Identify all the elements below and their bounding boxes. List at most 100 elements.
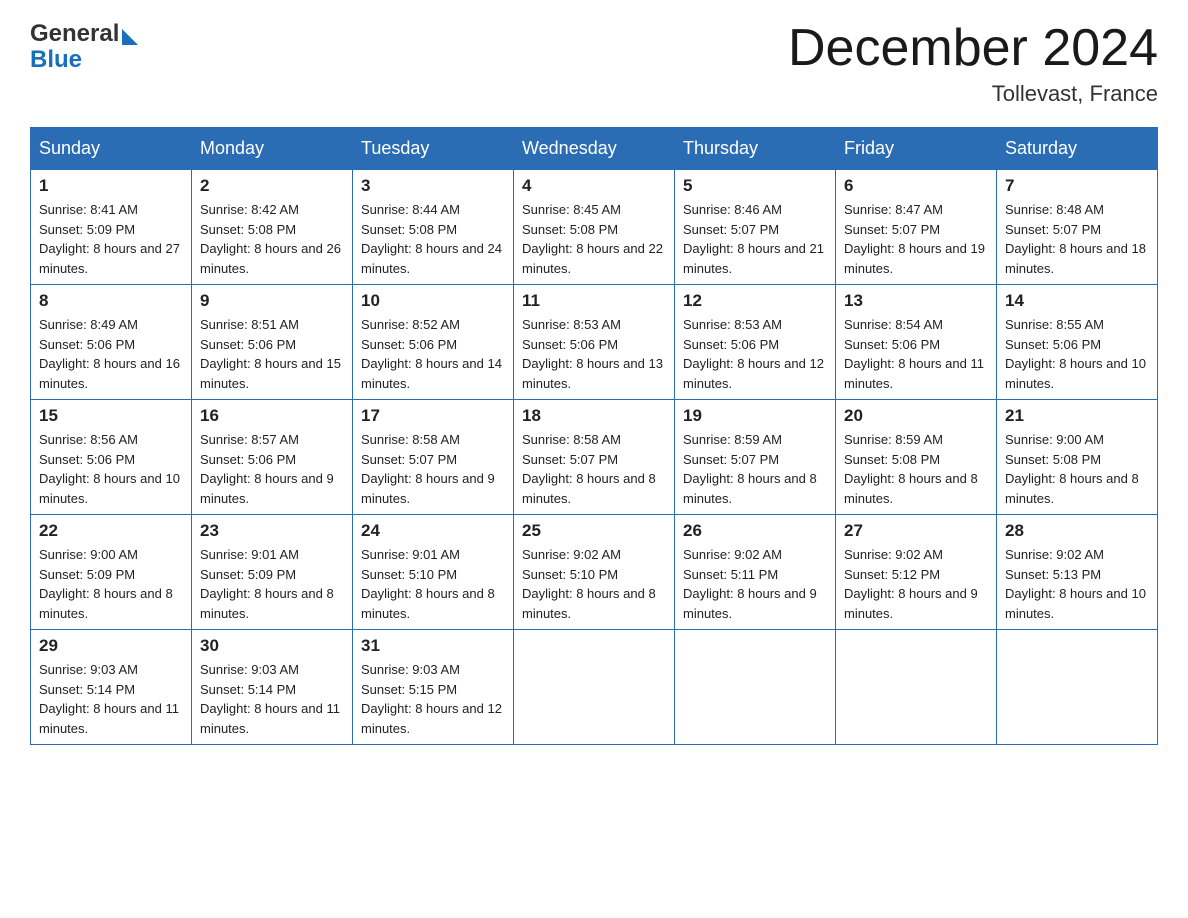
calendar-cell: 18 Sunrise: 8:58 AMSunset: 5:07 PMDayligh…: [514, 400, 675, 515]
calendar-cell: 9Sunrise: 8:51 AMSunset: 5:06 PMDaylight…: [192, 285, 353, 400]
calendar-cell: 29 Sunrise: 9:03 AMSunset: 5:14 PMDayligh…: [31, 630, 192, 745]
column-header-tuesday: Tuesday: [353, 128, 514, 170]
day-info: Sunrise: 8:58 AMSunset: 5:07 PMDaylight:…: [522, 430, 666, 508]
logo-blue-text: Blue: [30, 46, 82, 74]
day-info: Sunrise: 8:45 AMSunset: 5:08 PMDaylight:…: [522, 200, 666, 278]
calendar-subtitle: Tollevast, France: [788, 81, 1158, 107]
day-info: Sunrise: 9:00 AMSunset: 5:08 PMDaylight:…: [1005, 430, 1149, 508]
day-info: Sunrise: 9:03 AMSunset: 5:14 PMDaylight:…: [39, 660, 183, 738]
day-number: 1: [39, 176, 183, 196]
day-number: 26: [683, 521, 827, 541]
calendar-cell: 5 Sunrise: 8:46 AMSunset: 5:07 PMDaylight…: [675, 170, 836, 285]
day-info: Sunrise: 9:01 AMSunset: 5:10 PMDaylight:…: [361, 545, 505, 623]
day-info: Sunrise: 8:58 AMSunset: 5:07 PMDaylight:…: [361, 430, 505, 508]
calendar-cell: 23 Sunrise: 9:01 AMSunset: 5:09 PMDayligh…: [192, 515, 353, 630]
calendar-cell: 14Sunrise: 8:55 AMSunset: 5:06 PMDayligh…: [997, 285, 1158, 400]
day-number: 7: [1005, 176, 1149, 196]
calendar-cell: 21 Sunrise: 9:00 AMSunset: 5:08 PMDayligh…: [997, 400, 1158, 515]
day-number: 28: [1005, 521, 1149, 541]
day-info: Sunrise: 8:54 AMSunset: 5:06 PMDaylight:…: [844, 315, 988, 393]
day-info: Sunrise: 8:53 AMSunset: 5:06 PMDaylight:…: [683, 315, 827, 393]
title-section: December 2024 Tollevast, France: [788, 20, 1158, 107]
day-info: Sunrise: 8:57 AMSunset: 5:06 PMDaylight:…: [200, 430, 344, 508]
day-number: 11: [522, 291, 666, 311]
day-number: 31: [361, 636, 505, 656]
day-number: 22: [39, 521, 183, 541]
calendar-cell: 16 Sunrise: 8:57 AMSunset: 5:06 PMDayligh…: [192, 400, 353, 515]
day-info: Sunrise: 8:48 AMSunset: 5:07 PMDaylight:…: [1005, 200, 1149, 278]
day-number: 25: [522, 521, 666, 541]
day-info: Sunrise: 9:01 AMSunset: 5:09 PMDaylight:…: [200, 545, 344, 623]
day-info: Sunrise: 9:02 AMSunset: 5:10 PMDaylight:…: [522, 545, 666, 623]
day-number: 18: [522, 406, 666, 426]
calendar-cell: 7 Sunrise: 8:48 AMSunset: 5:07 PMDaylight…: [997, 170, 1158, 285]
day-number: 15: [39, 406, 183, 426]
calendar-cell: 15 Sunrise: 8:56 AMSunset: 5:06 PMDayligh…: [31, 400, 192, 515]
day-info: Sunrise: 8:44 AMSunset: 5:08 PMDaylight:…: [361, 200, 505, 278]
day-number: 20: [844, 406, 988, 426]
column-header-sunday: Sunday: [31, 128, 192, 170]
calendar-cell: 12 Sunrise: 8:53 AMSunset: 5:06 PMDayligh…: [675, 285, 836, 400]
calendar-cell: 31 Sunrise: 9:03 AMSunset: 5:15 PMDayligh…: [353, 630, 514, 745]
calendar-cell: 24 Sunrise: 9:01 AMSunset: 5:10 PMDayligh…: [353, 515, 514, 630]
day-info: Sunrise: 8:53 AMSunset: 5:06 PMDaylight:…: [522, 315, 666, 393]
calendar-cell: [675, 630, 836, 745]
day-info: Sunrise: 9:03 AMSunset: 5:14 PMDaylight:…: [200, 660, 344, 738]
day-info: Sunrise: 8:59 AMSunset: 5:08 PMDaylight:…: [844, 430, 988, 508]
calendar-cell: 30 Sunrise: 9:03 AMSunset: 5:14 PMDayligh…: [192, 630, 353, 745]
day-number: 4: [522, 176, 666, 196]
day-info: Sunrise: 9:03 AMSunset: 5:15 PMDaylight:…: [361, 660, 505, 738]
day-number: 2: [200, 176, 344, 196]
calendar-cell: 17 Sunrise: 8:58 AMSunset: 5:07 PMDayligh…: [353, 400, 514, 515]
calendar-cell: 10Sunrise: 8:52 AMSunset: 5:06 PMDayligh…: [353, 285, 514, 400]
calendar-title: December 2024: [788, 20, 1158, 77]
day-number: 23: [200, 521, 344, 541]
day-number: 17: [361, 406, 505, 426]
logo-arrow-icon: [122, 29, 138, 45]
column-header-monday: Monday: [192, 128, 353, 170]
day-number: 5: [683, 176, 827, 196]
calendar-cell: 25 Sunrise: 9:02 AMSunset: 5:10 PMDayligh…: [514, 515, 675, 630]
day-number: 14: [1005, 291, 1149, 311]
calendar-week-row: 15 Sunrise: 8:56 AMSunset: 5:06 PMDayligh…: [31, 400, 1158, 515]
day-number: 29: [39, 636, 183, 656]
day-number: 13: [844, 291, 988, 311]
calendar-cell: 8Sunrise: 8:49 AMSunset: 5:06 PMDaylight…: [31, 285, 192, 400]
calendar-week-row: 22 Sunrise: 9:00 AMSunset: 5:09 PMDayligh…: [31, 515, 1158, 630]
calendar-cell: 20 Sunrise: 8:59 AMSunset: 5:08 PMDayligh…: [836, 400, 997, 515]
day-number: 6: [844, 176, 988, 196]
day-info: Sunrise: 9:02 AMSunset: 5:12 PMDaylight:…: [844, 545, 988, 623]
day-number: 12: [683, 291, 827, 311]
calendar-cell: [997, 630, 1158, 745]
calendar-table: SundayMondayTuesdayWednesdayThursdayFrid…: [30, 127, 1158, 745]
day-info: Sunrise: 8:52 AMSunset: 5:06 PMDaylight:…: [361, 315, 505, 393]
day-number: 30: [200, 636, 344, 656]
calendar-cell: 19Sunrise: 8:59 AMSunset: 5:07 PMDayligh…: [675, 400, 836, 515]
page-header: General Blue December 2024 Tollevast, Fr…: [30, 20, 1158, 107]
column-header-friday: Friday: [836, 128, 997, 170]
logo-general-text: General: [30, 20, 119, 48]
day-info: Sunrise: 8:42 AMSunset: 5:08 PMDaylight:…: [200, 200, 344, 278]
calendar-cell: 22 Sunrise: 9:00 AMSunset: 5:09 PMDayligh…: [31, 515, 192, 630]
day-number: 19: [683, 406, 827, 426]
calendar-cell: 27 Sunrise: 9:02 AMSunset: 5:12 PMDayligh…: [836, 515, 997, 630]
day-info: Sunrise: 9:02 AMSunset: 5:11 PMDaylight:…: [683, 545, 827, 623]
calendar-cell: 2 Sunrise: 8:42 AMSunset: 5:08 PMDaylight…: [192, 170, 353, 285]
day-number: 21: [1005, 406, 1149, 426]
calendar-header-row: SundayMondayTuesdayWednesdayThursdayFrid…: [31, 128, 1158, 170]
column-header-wednesday: Wednesday: [514, 128, 675, 170]
day-number: 16: [200, 406, 344, 426]
day-number: 24: [361, 521, 505, 541]
day-number: 3: [361, 176, 505, 196]
day-number: 27: [844, 521, 988, 541]
day-info: Sunrise: 9:00 AMSunset: 5:09 PMDaylight:…: [39, 545, 183, 623]
calendar-cell: 13 Sunrise: 8:54 AMSunset: 5:06 PMDayligh…: [836, 285, 997, 400]
calendar-week-row: 8Sunrise: 8:49 AMSunset: 5:06 PMDaylight…: [31, 285, 1158, 400]
day-info: Sunrise: 8:46 AMSunset: 5:07 PMDaylight:…: [683, 200, 827, 278]
column-header-thursday: Thursday: [675, 128, 836, 170]
day-info: Sunrise: 8:49 AMSunset: 5:06 PMDaylight:…: [39, 315, 183, 393]
day-info: Sunrise: 8:51 AMSunset: 5:06 PMDaylight:…: [200, 315, 344, 393]
day-info: Sunrise: 8:56 AMSunset: 5:06 PMDaylight:…: [39, 430, 183, 508]
calendar-cell: 6Sunrise: 8:47 AMSunset: 5:07 PMDaylight…: [836, 170, 997, 285]
calendar-cell: [514, 630, 675, 745]
